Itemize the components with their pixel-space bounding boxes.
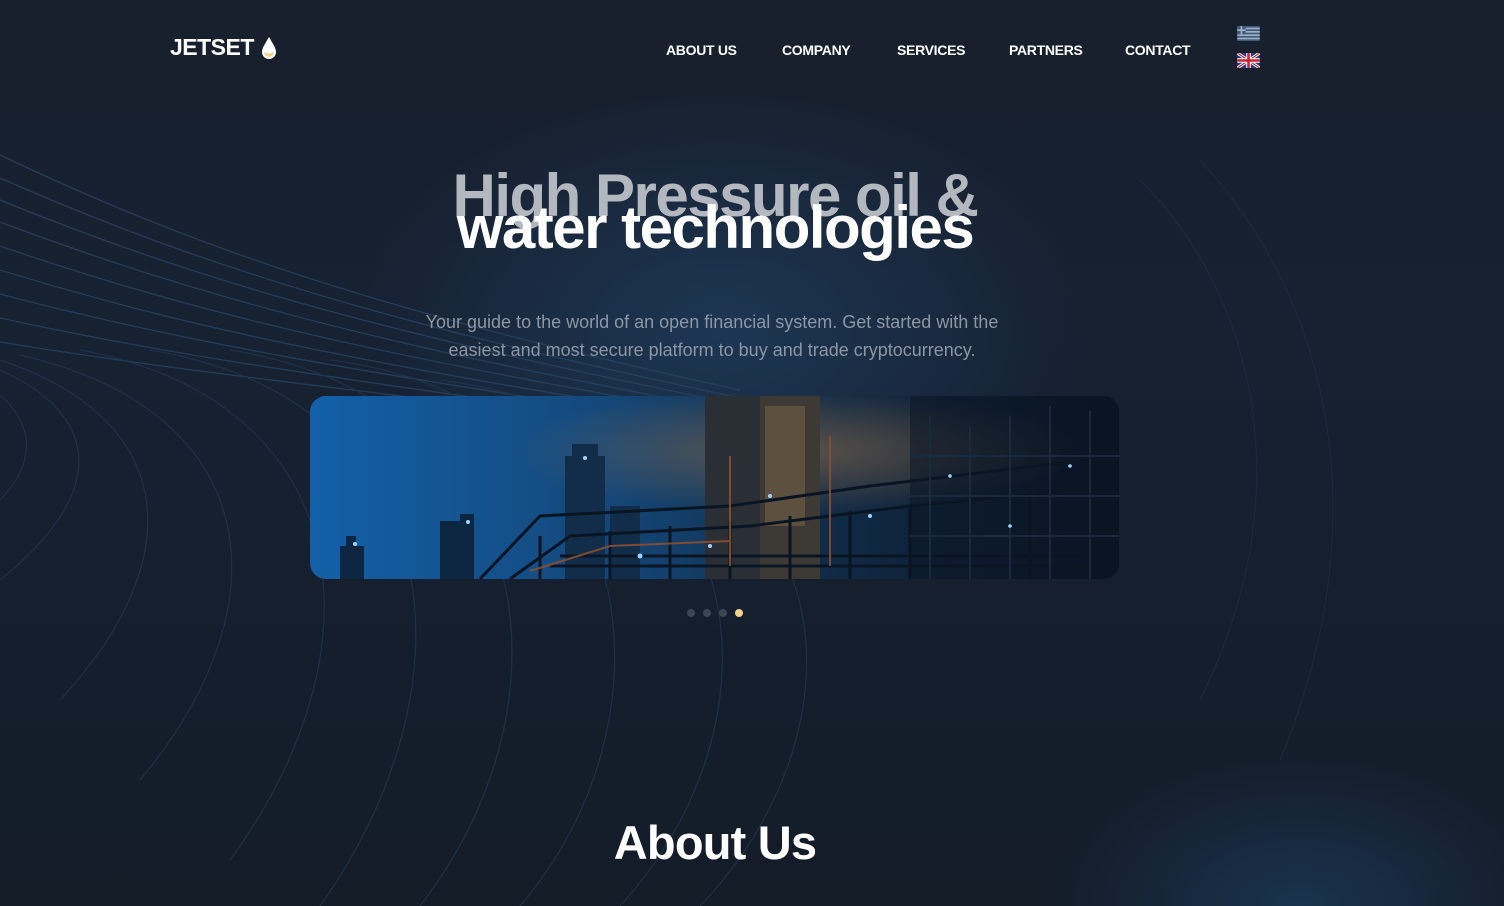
main-nav: ABOUT US COMPANY SERVICES PARTNERS CONTA…	[0, 42, 1504, 62]
hero-subtitle: Your guide to the world of an open finan…	[425, 312, 999, 360]
nav-services[interactable]: SERVICES	[897, 42, 965, 58]
slider-dot-1[interactable]	[687, 609, 695, 617]
slider-dots	[687, 609, 743, 617]
hero-slider-image[interactable]	[310, 396, 1119, 579]
slider-dot-4-active[interactable]	[735, 609, 743, 617]
greek-flag-icon[interactable]	[1237, 26, 1260, 41]
uk-flag-icon[interactable]	[1237, 53, 1260, 68]
slider-dot-3[interactable]	[719, 609, 727, 617]
nav-contact[interactable]: CONTACT	[1125, 42, 1191, 58]
slider-dot-2[interactable]	[703, 609, 711, 617]
hero-title-front: water technologies	[456, 194, 975, 261]
page: JETSET ABOUT US COMPANY SERVICES PARTNER…	[0, 0, 1504, 906]
nav-about-us[interactable]: ABOUT US	[666, 42, 737, 58]
nav-partners[interactable]: PARTNERS	[1009, 42, 1083, 58]
nav-company[interactable]: COMPANY	[782, 42, 851, 58]
refinery-illustration	[310, 396, 1119, 579]
about-us-heading: About Us	[613, 816, 817, 869]
